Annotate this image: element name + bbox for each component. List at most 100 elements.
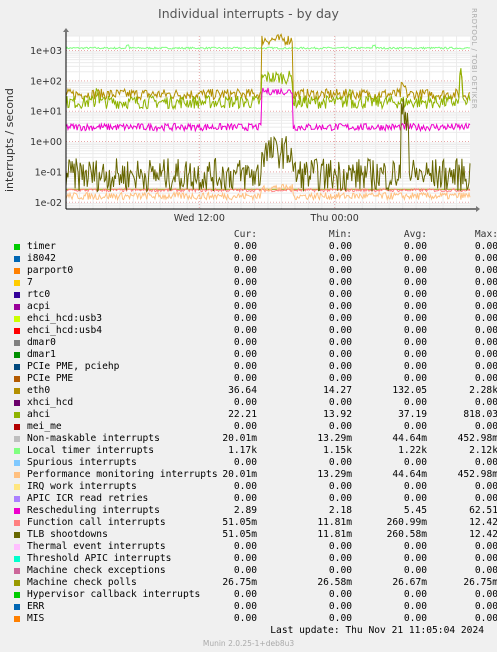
x-tick-label: Wed 12:00 <box>174 213 225 224</box>
legend-max: 12.42 <box>469 529 497 540</box>
legend-max: 0.00 <box>474 421 497 432</box>
legend-swatch <box>14 436 20 442</box>
legend-row: dmar0 0.00 0.00 0.00 0.00 <box>12 337 497 349</box>
legend-cur: 20.01m <box>222 433 257 444</box>
legend-cur: 0.00 <box>233 601 257 612</box>
legend-row: Function call interrupts 51.05m 11.81m 260.… <box>12 517 497 529</box>
legend-swatch <box>14 292 20 298</box>
legend-min: 2.18 <box>328 505 352 516</box>
legend-swatch <box>14 520 20 526</box>
legend-max: 0.00 <box>474 289 497 300</box>
legend-min: 0.00 <box>328 301 352 312</box>
legend-max: 2.12k <box>469 445 497 456</box>
legend-min: 0.00 <box>328 349 352 360</box>
y-axis-arrow <box>63 28 69 32</box>
legend-cur: 1.17k <box>228 445 257 456</box>
legend-swatch <box>14 376 20 382</box>
legend-cur: 2.89 <box>233 505 257 516</box>
x-axis-arrow <box>476 206 480 212</box>
col-min: Min: <box>328 229 352 240</box>
legend-label: Local timer interrupts <box>27 445 155 456</box>
legend-cur: 0.00 <box>233 301 257 312</box>
legend-max: 0.00 <box>474 277 497 288</box>
legend-min: 26.58m <box>317 577 352 588</box>
legend-row: Non-maskable interrupts 20.01m 13.29m 44.64… <box>12 433 497 445</box>
legend-max: 0.00 <box>474 325 497 336</box>
legend-row: Threshold APIC interrupts 0.00 0.00 0.00 0.0… <box>12 553 497 565</box>
legend-label: dmar0 <box>27 337 56 348</box>
legend-row: Performance monitoring interrupts 20.01m 1… <box>12 469 497 481</box>
legend-row: PCIe PME 0.00 0.00 0.00 0.00 <box>12 373 497 385</box>
legend-label: timer <box>27 241 56 252</box>
legend-label: TLB shootdowns <box>27 529 108 540</box>
legend-min: 11.81m <box>317 517 352 528</box>
legend-max: 0.00 <box>474 397 497 408</box>
legend-max: 26.75m <box>463 577 497 588</box>
legend-row: rtc0 0.00 0.00 0.00 0.00 <box>12 289 497 301</box>
legend-cur: 26.75m <box>222 577 257 588</box>
legend-min: 0.00 <box>328 457 352 468</box>
legend-avg: 0.00 <box>403 265 427 276</box>
legend-cur: 0.00 <box>233 325 257 336</box>
legend-min: 13.29m <box>317 433 352 444</box>
last-update-value: Thu Nov 21 11:05:04 2024 <box>345 625 484 636</box>
legend-min: 14.27 <box>323 385 352 396</box>
legend-swatch <box>14 556 20 562</box>
legend-swatch <box>14 412 20 418</box>
legend-row: 7 0.00 0.00 0.00 0.00 <box>12 277 497 289</box>
legend-cur: 0.00 <box>233 481 257 492</box>
legend-cur: 0.00 <box>233 589 257 600</box>
legend-cur: 0.00 <box>233 493 257 504</box>
legend-swatch <box>14 580 20 586</box>
legend-max: 0.00 <box>474 601 497 612</box>
legend-swatch <box>14 532 20 538</box>
legend-row: ehci_hcd:usb3 0.00 0.00 0.00 0.00 <box>12 313 497 325</box>
legend-min: 0.00 <box>328 373 352 384</box>
legend-max: 452.98m <box>457 433 497 444</box>
legend-label: eth0 <box>27 385 51 396</box>
legend-cur: 0.00 <box>233 349 257 360</box>
generator-credit: Munin 2.0.25-1+deb8u3 <box>202 639 295 648</box>
legend-label: xhci_hcd <box>27 397 74 408</box>
legend-swatch <box>14 568 20 574</box>
y-tick-label: 1e+00 <box>30 137 62 148</box>
legend-swatch <box>14 340 20 346</box>
legend-cur: 0.00 <box>233 253 257 264</box>
legend-avg: 0.00 <box>403 361 427 372</box>
legend-min: 0.00 <box>328 397 352 408</box>
legend-max: 0.00 <box>474 349 497 360</box>
legend-swatch <box>14 304 20 310</box>
legend-avg: 0.00 <box>403 613 427 624</box>
legend-row: timer 0.00 0.00 0.00 0.00 <box>12 241 497 253</box>
legend-max: 0.00 <box>474 361 497 372</box>
legend-min: 0.00 <box>328 493 352 504</box>
legend-label: dmar1 <box>27 349 56 360</box>
legend-row: Thermal event interrupts 0.00 0.00 0.00 0.00 <box>12 541 497 553</box>
legend-label: Hypervisor callback interrupts <box>27 589 201 600</box>
legend-avg: 1.22k <box>398 445 427 456</box>
legend-label: Non-maskable interrupts <box>27 433 160 444</box>
legend-row: mei_me 0.00 0.00 0.00 0.00 <box>12 421 497 433</box>
legend-swatch <box>14 388 20 394</box>
legend-avg: 37.19 <box>398 409 427 420</box>
legend-max: 0.00 <box>474 565 497 576</box>
legend-min: 0.00 <box>328 337 352 348</box>
col-avg: Avg: <box>403 229 427 240</box>
legend-label: rtc0 <box>27 289 51 300</box>
legend-label: Thermal event interrupts <box>27 541 166 552</box>
legend-min: 13.92 <box>323 409 352 420</box>
legend-label: IRQ work interrupts <box>27 481 137 492</box>
legend-swatch <box>14 256 20 262</box>
chart-canvas: 1e-02 1e-01 1e+00 1e+01 1e+02 1e+03 Wed 12:00 T… <box>30 28 480 224</box>
legend-swatch <box>14 244 20 250</box>
legend-cur: 0.00 <box>233 553 257 564</box>
legend-swatch <box>14 280 20 286</box>
legend-avg: 0.00 <box>403 553 427 564</box>
legend-swatch <box>14 544 20 550</box>
legend-max: 0.00 <box>474 253 497 264</box>
legend-avg: 260.58m <box>386 529 427 540</box>
legend-min: 0.00 <box>328 289 352 300</box>
legend-min: 1.15k <box>323 445 352 456</box>
legend-row: Machine check polls 26.75m 26.58m 26.67m 26.… <box>12 577 497 589</box>
legend-avg: 0.00 <box>403 565 427 576</box>
